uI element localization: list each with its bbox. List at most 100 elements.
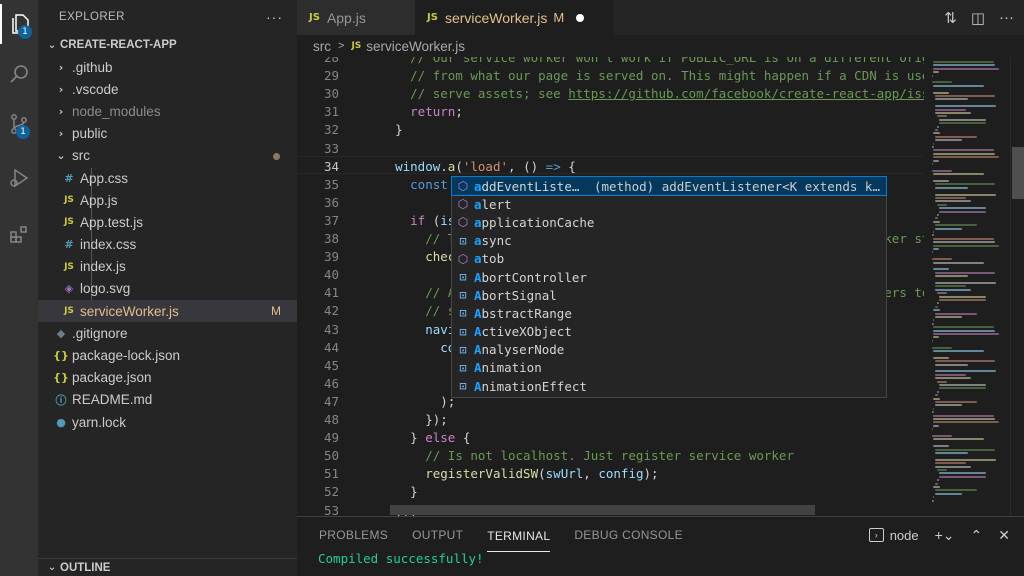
minimap-line bbox=[931, 251, 933, 254]
tree-item-label: public bbox=[72, 126, 108, 142]
minimap-line bbox=[935, 489, 977, 492]
tree-item-app-js[interactable]: JS App.js bbox=[38, 189, 297, 211]
suggestion-item[interactable]: ⊡ AbstractRange bbox=[452, 304, 886, 322]
tab-problems[interactable]: PROBLEMS bbox=[319, 528, 388, 542]
extensions-icon[interactable] bbox=[0, 214, 38, 254]
tab-service-worker-js[interactable]: JS serviceWorker.js M bbox=[415, 0, 613, 35]
tab-output[interactable]: OUTPUT bbox=[412, 528, 463, 542]
suggest-widget: ⬡ addEventListe… (method) addEventListener… bbox=[451, 175, 887, 398]
split-editor-icon[interactable]: ◫ bbox=[971, 9, 985, 27]
code-line: 33 bbox=[297, 140, 924, 158]
run-debug-icon[interactable] bbox=[0, 158, 38, 198]
close-panel-icon[interactable]: ✕ bbox=[998, 527, 1010, 544]
outline-section[interactable]: ⌄ OUTLINE bbox=[38, 558, 297, 576]
scrollbar-thumb[interactable] bbox=[1012, 147, 1024, 199]
css-file-icon: # bbox=[64, 238, 74, 252]
minimap-line bbox=[937, 390, 939, 393]
minimap-line bbox=[933, 132, 941, 135]
minimap-line bbox=[935, 285, 966, 288]
tree-item-label: App.test.js bbox=[80, 214, 144, 230]
minimap-line bbox=[933, 329, 996, 332]
new-terminal-icon[interactable]: +⌄ bbox=[935, 527, 955, 544]
unsaved-dot-icon[interactable] bbox=[576, 13, 585, 22]
breadcrumb-file[interactable]: serviceWorker.js bbox=[366, 39, 465, 54]
line-number: 30 bbox=[323, 86, 339, 102]
breadcrumb-folder[interactable]: src bbox=[313, 39, 331, 54]
tree-item-serviceworker-js[interactable]: JS serviceWorker.js M bbox=[38, 300, 297, 323]
suggestion-match: A bbox=[474, 342, 482, 358]
tab-app-js[interactable]: JS App.js bbox=[297, 0, 415, 35]
tree-item-yarn-lock[interactable]: ● yarn.lock bbox=[38, 411, 297, 433]
minimap-line bbox=[935, 193, 996, 196]
suggestion-item[interactable]: ⊡ AnalyserNode bbox=[452, 341, 886, 359]
minimap-line bbox=[937, 469, 948, 471]
js-file-icon: JS bbox=[64, 217, 74, 228]
more-actions-icon[interactable]: ··· bbox=[266, 9, 283, 25]
suggestion-label: async bbox=[474, 233, 512, 248]
tree-item-gitignore[interactable]: ◆ .gitignore bbox=[38, 322, 297, 344]
line-number: 45 bbox=[323, 357, 339, 373]
tree-item-app-test-js[interactable]: JS App.test.js bbox=[38, 211, 297, 233]
suggestion-item[interactable]: ⬡ addEventListe… (method) addEventListener… bbox=[451, 175, 887, 197]
suggestion-item[interactable]: ⬡ alert bbox=[452, 195, 886, 213]
minimap-line bbox=[935, 448, 995, 451]
tab-terminal[interactable]: TERMINAL bbox=[487, 519, 551, 552]
code-text: return; bbox=[410, 104, 463, 120]
suggestion-detail: (method) addEventListener<K extends k… bbox=[594, 178, 880, 194]
suggestion-item[interactable]: ⊡ AbortController bbox=[452, 268, 886, 286]
minimap-line bbox=[933, 180, 949, 182]
minimap-line bbox=[937, 203, 948, 206]
tree-item-app-css[interactable]: # App.css bbox=[38, 167, 297, 189]
open-changes-icon[interactable]: ⇅ bbox=[944, 9, 957, 27]
explorer-icon[interactable]: 1 bbox=[0, 4, 38, 44]
minimap[interactable] bbox=[924, 57, 1010, 516]
minimap-line bbox=[931, 346, 952, 349]
suggestion-item[interactable]: ⊡ AnimationEffect bbox=[452, 377, 886, 395]
tree-item-vscode[interactable]: › .vscode bbox=[38, 78, 297, 100]
horizontal-scrollbar[interactable] bbox=[390, 505, 815, 515]
minimap-line bbox=[933, 237, 994, 240]
tree-item-readme-md[interactable]: ⓘ README.md bbox=[38, 389, 297, 411]
panel-actions: › node +⌄ ⌃ ✕ bbox=[868, 517, 1010, 553]
more-actions-icon[interactable]: ··· bbox=[999, 9, 1014, 26]
line-number: 28 bbox=[323, 57, 339, 65]
minimap-line bbox=[933, 421, 999, 424]
tree-item-package-json[interactable]: {} package.json bbox=[38, 367, 297, 389]
tree-item-node-modules[interactable]: › node_modules bbox=[38, 100, 297, 122]
tab-debug-console[interactable]: DEBUG CONSOLE bbox=[574, 528, 683, 542]
vertical-scrollbar[interactable] bbox=[1010, 57, 1024, 516]
suggestion-item[interactable]: ⊡ Animation bbox=[452, 359, 886, 377]
chevron-right-icon: › bbox=[58, 104, 64, 118]
suggestion-rest: bortController bbox=[481, 269, 587, 285]
js-file-icon: JS bbox=[309, 12, 320, 23]
tree-item-src[interactable]: ⌄ src bbox=[38, 145, 297, 167]
suggestion-item[interactable]: ⊡ ActiveXObject bbox=[452, 323, 886, 341]
code-line: 32 } bbox=[297, 121, 924, 139]
tree-item-github[interactable]: › .github bbox=[38, 56, 297, 78]
suggestion-item[interactable]: ⬡ atob bbox=[452, 250, 886, 268]
suggestion-item[interactable]: ⊡ AbortSignal bbox=[452, 286, 886, 304]
search-icon[interactable] bbox=[0, 54, 38, 94]
project-folder-header[interactable]: ⌄ CREATE-REACT-APP bbox=[38, 34, 297, 56]
terminal-selector[interactable]: › node bbox=[868, 528, 919, 543]
suggestion-rest: lert bbox=[481, 196, 512, 212]
source-control-icon[interactable]: 1 bbox=[0, 104, 38, 144]
line-number: 38 bbox=[323, 231, 339, 246]
suggestion-item[interactable]: ⊡ async bbox=[452, 232, 886, 250]
tree-item-public[interactable]: › public bbox=[38, 123, 297, 145]
tree-item-package-lock-json[interactable]: {} package-lock.json bbox=[38, 344, 297, 366]
tree-item-index-css[interactable]: # index.css bbox=[38, 234, 297, 256]
tree-item-logo-svg[interactable]: ◈ logo.svg bbox=[38, 278, 297, 300]
minimap-line bbox=[935, 217, 938, 220]
minimap-line bbox=[935, 482, 938, 485]
tree-item-label: package-lock.json bbox=[72, 348, 181, 364]
maximize-panel-icon[interactable]: ⌃ bbox=[971, 527, 983, 544]
minimap-line bbox=[933, 61, 994, 63]
suggestion-item[interactable]: ⬡ applicationCache bbox=[452, 213, 886, 231]
minimap-line bbox=[933, 67, 999, 70]
method-icon: ⬡ bbox=[457, 179, 469, 194]
minimap-line bbox=[935, 373, 966, 376]
minimap-line bbox=[935, 360, 995, 363]
tree-item-index-js[interactable]: JS index.js bbox=[38, 256, 297, 278]
minimap-line bbox=[933, 149, 994, 152]
